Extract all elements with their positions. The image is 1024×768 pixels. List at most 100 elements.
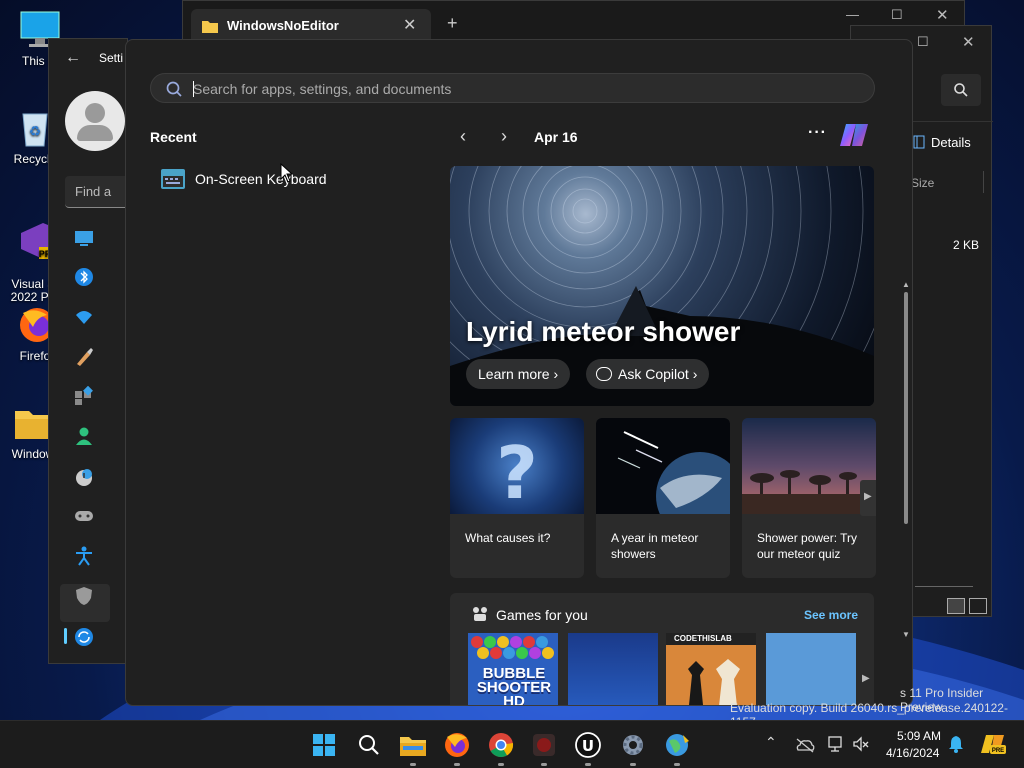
scroll-up-icon[interactable]: ▲ — [902, 280, 910, 289]
unreal-icon: U — [575, 732, 601, 758]
ask-copilot-button[interactable]: Ask Copilot › — [586, 359, 710, 389]
tiles-view-icon[interactable] — [969, 598, 987, 614]
previous-arrow-icon[interactable]: ‹ — [460, 126, 466, 147]
question-mark-image: ? — [450, 418, 584, 514]
chevron-right-icon: › — [692, 366, 698, 382]
game-tile-title: BUBBLE SHOOTER HD — [476, 665, 552, 706]
close-icon[interactable]: ✕ — [962, 33, 975, 51]
scrollbar-thumb[interactable] — [904, 292, 908, 524]
find-setting-input[interactable]: Find a — [65, 176, 129, 208]
explorer-tab-title: WindowsNoEditor — [227, 18, 339, 33]
sidebar-item-personalization[interactable] — [74, 347, 94, 367]
chat-bubble-icon — [596, 367, 612, 381]
onedrive-offline-icon[interactable] — [795, 737, 815, 753]
selection-indicator — [64, 628, 67, 644]
details-button[interactable]: Details — [931, 135, 971, 150]
back-arrow-icon[interactable]: ← — [65, 49, 81, 67]
close-icon[interactable]: ✕ — [936, 6, 949, 24]
taskbar-firefox[interactable] — [441, 729, 473, 766]
learn-more-label: Learn more — [478, 366, 550, 382]
sidebar-item-accounts[interactable] — [74, 426, 94, 446]
scroll-down-icon[interactable]: ▼ — [902, 630, 910, 639]
feed-date: Apr 16 — [534, 129, 578, 145]
taskbar-unreal[interactable]: U — [572, 729, 604, 766]
carousel-next-button[interactable]: ▶ — [860, 480, 876, 516]
chevron-right-icon[interactable]: ▶ — [862, 673, 870, 684]
taskbar-globe-app[interactable] — [661, 729, 693, 766]
next-arrow-icon[interactable]: › — [501, 126, 507, 147]
settings-icon — [623, 735, 643, 755]
copilot-preview-icon[interactable]: PRE — [980, 731, 1006, 757]
minimize-icon[interactable]: — — [846, 7, 859, 22]
see-more-link[interactable]: See more — [804, 608, 858, 622]
desktop-icon-label: Firefo — [19, 349, 51, 363]
learn-more-button[interactable]: Learn more › — [466, 359, 571, 389]
chevron-right-icon: ▶ — [864, 491, 872, 502]
notification-bell-icon[interactable] — [948, 735, 964, 753]
taskbar-chrome[interactable] — [485, 729, 517, 766]
taskbar-time[interactable]: 5:09 AM — [897, 729, 941, 743]
file-size-value: 2 KB — [953, 238, 980, 252]
story-card-caption: A year in meteor showers — [611, 531, 699, 561]
volume-muted-icon[interactable] — [852, 735, 870, 753]
maximize-icon[interactable]: ☐ — [891, 7, 903, 23]
sidebar-item-update[interactable] — [74, 627, 94, 647]
hero-title: Lyrid meteor shower — [466, 316, 741, 347]
game-tile[interactable]: CODETHISLAB — [666, 633, 756, 705]
more-options-icon[interactable]: ··· — [808, 124, 827, 142]
taskbar-settings[interactable] — [617, 729, 649, 766]
taskbar-date[interactable]: 4/16/2024 — [886, 746, 939, 760]
taskbar-game-app[interactable] — [528, 729, 560, 766]
story-card[interactable]: ? What causes it? — [450, 418, 584, 578]
details-pane-icon — [913, 135, 925, 149]
game-tile[interactable] — [568, 633, 658, 705]
search-icon — [166, 81, 182, 97]
hero-card[interactable]: Lyrid meteor shower Learn more › Ask Cop… — [450, 166, 874, 406]
mouse-cursor-icon — [280, 163, 294, 183]
search-placeholder: Search for apps, settings, and documents — [193, 81, 452, 97]
size-column-header[interactable]: Size — [911, 176, 934, 190]
copilot-icon[interactable] — [838, 120, 872, 150]
story-card[interactable]: A year in meteor showers — [596, 418, 730, 578]
radio-telescope-image — [742, 418, 876, 514]
svg-text:U: U — [582, 737, 594, 755]
show-hidden-icons-icon[interactable]: ⌃ — [765, 734, 777, 751]
start-search-box[interactable]: Search for apps, settings, and documents — [150, 73, 875, 103]
recent-item-label: On-Screen Keyboard — [195, 171, 327, 187]
story-card[interactable]: Shower power: Try our meteor quiz ▶ — [742, 418, 876, 578]
svg-text:PRE: PRE — [992, 748, 1004, 754]
new-tab-icon[interactable]: + — [447, 13, 458, 34]
start-menu: Search for apps, settings, and documents… — [125, 39, 913, 706]
game-tile-title: CODETHISLAB — [674, 634, 732, 643]
close-tab-icon[interactable]: ✕ — [403, 15, 416, 35]
chrome-icon — [489, 733, 514, 758]
games-section: Games for you See more BUBBLE SHOOTER HD… — [450, 593, 874, 706]
avatar[interactable] — [65, 91, 125, 151]
sidebar-item-time-language[interactable] — [74, 467, 94, 487]
taskbar-file-explorer[interactable] — [397, 729, 429, 766]
svg-text:♻: ♻ — [29, 123, 42, 139]
keyboard-icon — [161, 169, 185, 189]
sidebar-item-privacy[interactable] — [74, 586, 94, 606]
sidebar-item-bluetooth[interactable] — [74, 267, 94, 287]
explorer-tab[interactable]: WindowsNoEditor ✕ — [191, 9, 431, 43]
game-tile[interactable] — [766, 633, 856, 705]
game-app-icon — [533, 734, 555, 756]
sidebar-item-system[interactable] — [74, 228, 94, 248]
taskbar-search[interactable] — [353, 729, 385, 761]
maximize-icon[interactable]: ☐ — [917, 34, 929, 50]
explorer-search-button[interactable] — [941, 74, 981, 106]
sidebar-item-network[interactable] — [74, 307, 94, 327]
network-icon[interactable] — [827, 735, 845, 753]
meteor-earth-image — [596, 418, 730, 514]
details-view-icon[interactable] — [947, 598, 965, 614]
start-button[interactable] — [308, 729, 340, 761]
sidebar-item-accessibility[interactable] — [74, 546, 94, 566]
start-scrollbar[interactable]: ▲ ▼ — [902, 280, 910, 644]
search-icon — [954, 83, 968, 97]
folder-icon — [202, 21, 218, 33]
sidebar-item-gaming[interactable] — [74, 506, 94, 526]
story-card-caption: What causes it? — [465, 531, 551, 545]
sidebar-item-apps[interactable] — [74, 386, 94, 406]
game-tile[interactable]: BUBBLE SHOOTER HD — [468, 633, 558, 706]
